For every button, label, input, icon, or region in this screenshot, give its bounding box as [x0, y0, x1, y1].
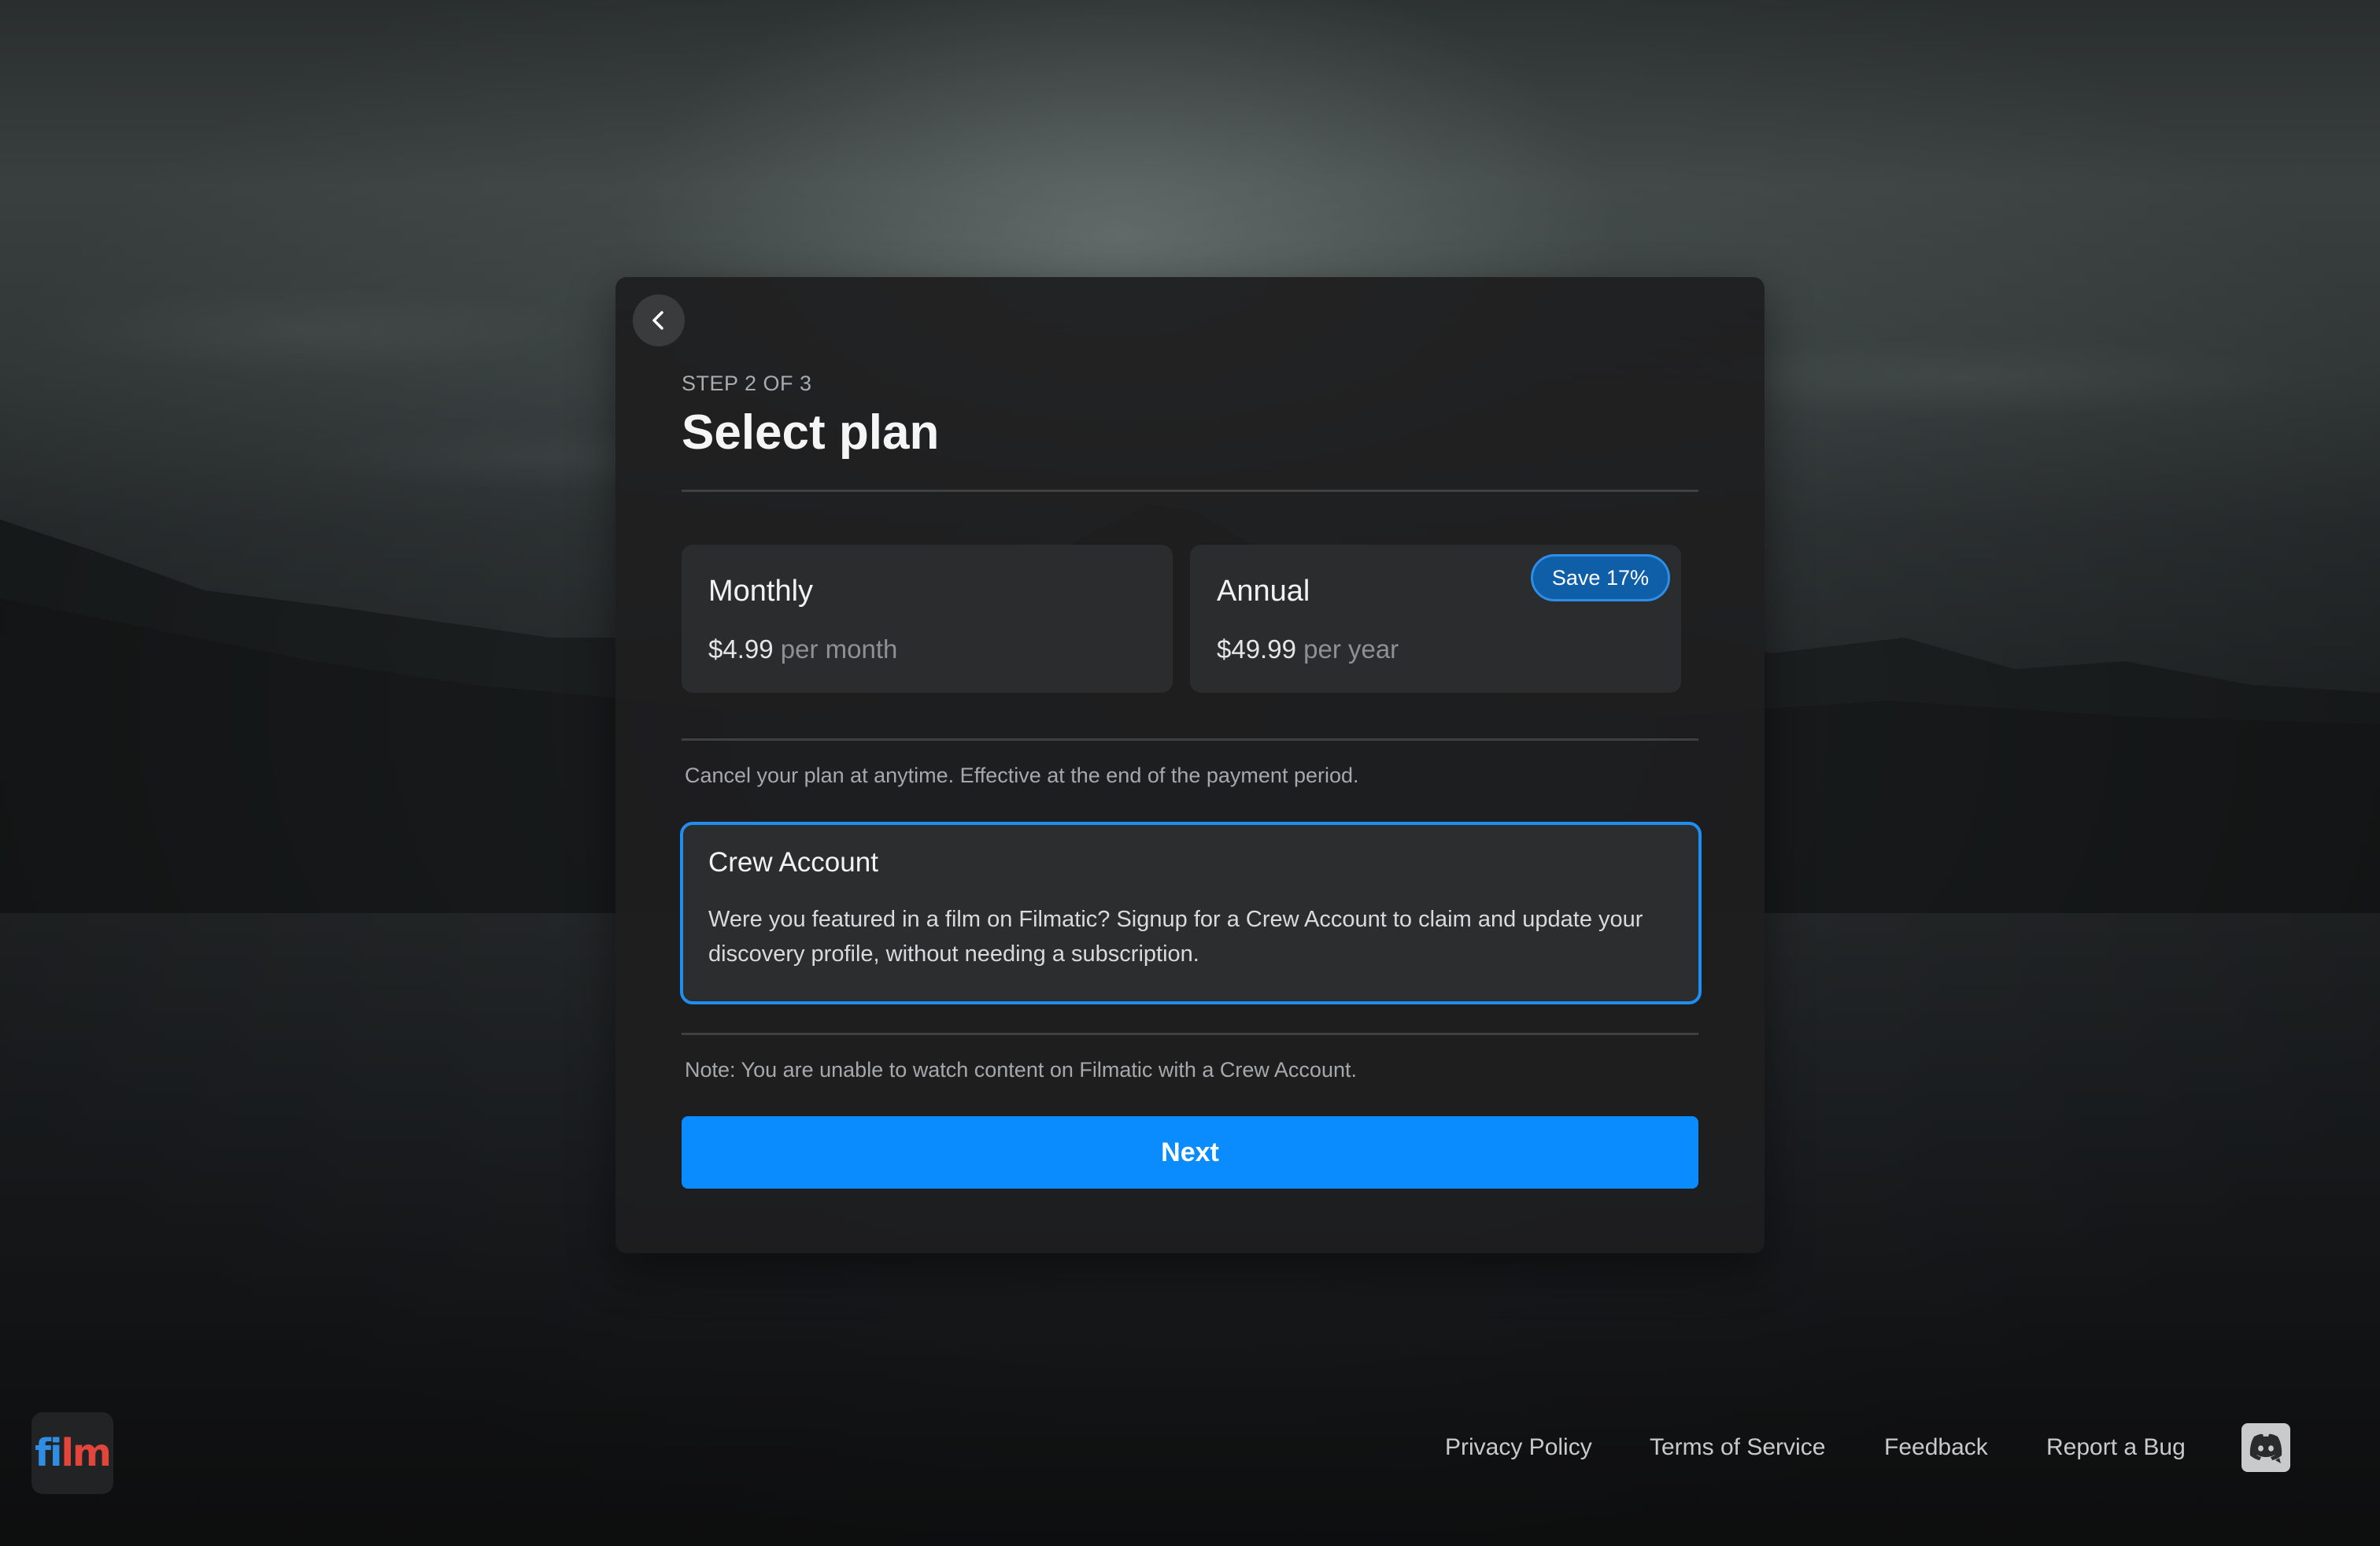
plan-period: per month — [780, 634, 898, 664]
crew-account-option[interactable]: Crew Account Were you featured in a film… — [680, 822, 1702, 1004]
cancel-note: Cancel your plan at anytime. Effective a… — [685, 764, 1359, 787]
plan-name: Monthly — [708, 575, 814, 608]
next-button[interactable]: Next — [682, 1116, 1698, 1189]
discord-button[interactable] — [2241, 1423, 2290, 1472]
divider — [682, 490, 1698, 492]
savings-badge: Save 17% — [1530, 554, 1670, 601]
divider — [682, 1033, 1698, 1035]
plan-option-monthly[interactable]: Monthly $4.99 per month — [682, 545, 1173, 693]
plan-price-line: $49.99 per year — [1217, 634, 1399, 664]
plan-price: $49.99 — [1217, 634, 1296, 664]
report-bug-link[interactable]: Report a Bug — [2046, 1434, 2186, 1461]
plan-period: per year — [1303, 634, 1399, 664]
crew-note: Note: You are unable to watch content on… — [685, 1058, 1357, 1082]
terms-of-service-link[interactable]: Terms of Service — [1650, 1434, 1825, 1461]
back-button[interactable] — [633, 294, 685, 346]
plan-option-annual[interactable]: Annual Save 17% $49.99 per year — [1190, 545, 1681, 693]
logo-text-part1: fi — [35, 1431, 62, 1475]
step-indicator: STEP 2 OF 3 — [682, 372, 812, 395]
plan-price: $4.99 — [708, 634, 774, 664]
discord-icon — [2249, 1433, 2282, 1463]
select-plan-modal: STEP 2 OF 3 Select plan Monthly $4.99 pe… — [615, 277, 1765, 1253]
crew-account-title: Crew Account — [708, 847, 878, 878]
page-title: Select plan — [682, 405, 940, 460]
crew-account-description: Were you featured in a film on Filmatic?… — [708, 907, 1643, 967]
filmatic-logo[interactable]: fi lm — [31, 1412, 113, 1494]
privacy-policy-link[interactable]: Privacy Policy — [1445, 1434, 1592, 1461]
plan-name: Annual — [1217, 575, 1310, 608]
plan-price-line: $4.99 per month — [708, 634, 897, 664]
logo-text-part2: lm — [61, 1431, 111, 1475]
chevron-left-icon — [652, 311, 663, 330]
divider — [682, 738, 1698, 741]
feedback-link[interactable]: Feedback — [1884, 1434, 1988, 1461]
